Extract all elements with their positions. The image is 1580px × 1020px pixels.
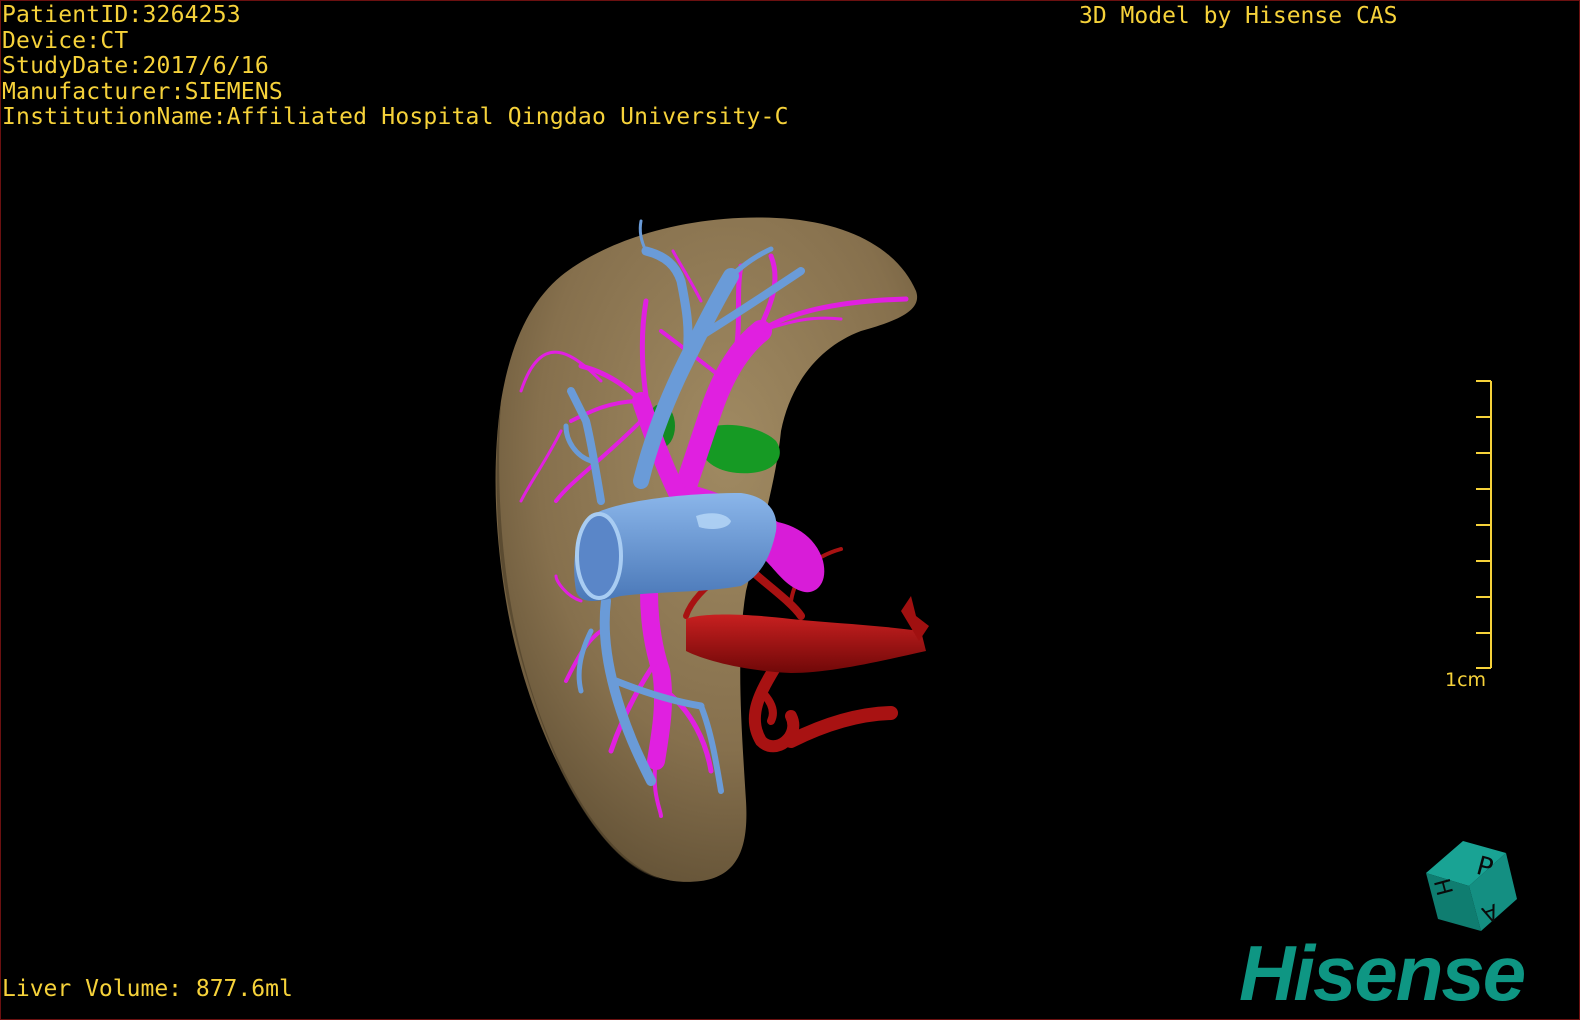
scale-bar <box>1476 380 1492 669</box>
hisense-logo: Hisense <box>1239 929 1526 1017</box>
3d-viewport[interactable]: PatientID:3264253 Device:CT StudyDate:20… <box>0 0 1580 1020</box>
liver-3d-model[interactable]: P H A <box>1 1 1580 1020</box>
liver-volume-readout: Liver Volume: 877.6ml <box>2 976 293 1002</box>
ivc-opening <box>575 512 623 600</box>
scale-bar-label: 1cm <box>1445 669 1487 691</box>
orientation-cube[interactable]: P H A <box>1426 841 1517 931</box>
